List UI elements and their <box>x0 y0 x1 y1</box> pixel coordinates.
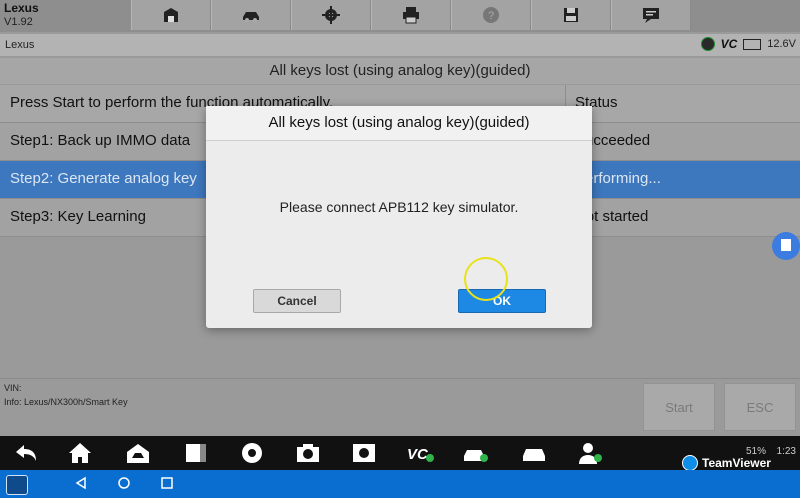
vehicle-swap-icon <box>243 12 259 22</box>
battery-icon <box>743 38 762 50</box>
clock: 1:23 <box>776 446 796 457</box>
teamviewer-label: TeamViewer <box>702 456 771 470</box>
help-button[interactable]: ? <box>451 0 531 30</box>
teamviewer-logo-icon <box>682 455 698 471</box>
back-arrow-icon[interactable] <box>12 440 40 466</box>
message-button[interactable] <box>611 0 691 30</box>
settings-button[interactable] <box>291 0 371 30</box>
chrome-icon[interactable] <box>238 440 266 466</box>
camera-icon[interactable] <box>294 440 322 466</box>
nav-back-icon[interactable] <box>74 476 88 490</box>
app-version: V1.92 <box>4 16 33 28</box>
home-icon <box>164 8 178 22</box>
vehicle-label: Lexus <box>5 39 35 51</box>
save-icon <box>564 8 578 22</box>
home-button[interactable] <box>131 0 211 30</box>
function-title: All keys lost (using analog key)(guided) <box>0 58 800 84</box>
home-icon[interactable] <box>66 440 94 466</box>
diagnostics-home-icon[interactable] <box>124 440 152 466</box>
vehicle-swap-button[interactable] <box>211 0 291 30</box>
step-label: Step3: Key Learning <box>10 208 146 225</box>
vehicle-info: Info: Lexus/NX300h/Smart Key <box>4 397 128 407</box>
vci-label: VC <box>720 37 738 51</box>
nav-recents-icon[interactable] <box>160 476 174 490</box>
cancel-button[interactable]: Cancel <box>253 289 341 313</box>
save-button[interactable] <box>531 0 611 30</box>
help-icon: ? <box>483 7 499 23</box>
touch-indicator <box>464 257 508 301</box>
bookmark-button[interactable] <box>772 232 800 260</box>
step-label: Step1: Back up IMMO data <box>10 132 191 149</box>
top-toolbar: Lexus V1.92 ? <box>0 0 800 32</box>
bookmark-icon <box>781 239 791 251</box>
tablet-icon[interactable] <box>182 440 210 466</box>
message-icon <box>643 8 659 23</box>
voltage-value: 12.6V <box>767 38 796 50</box>
svg-text:?: ? <box>488 10 494 22</box>
dialog-title: All keys lost (using analog key)(guided) <box>206 106 592 141</box>
car-icon[interactable] <box>520 440 548 466</box>
app-name: Lexus <box>4 1 39 15</box>
vin-label: VIN: <box>4 383 22 393</box>
start-button[interactable]: Start <box>643 383 715 431</box>
teamviewer-app-icon[interactable] <box>6 475 28 495</box>
esc-button[interactable]: ESC <box>724 383 796 431</box>
image-viewer-icon[interactable] <box>350 440 378 466</box>
app-icon-bar: VC <box>0 436 800 470</box>
status-strip: Lexus VC 12.6V <box>0 34 800 57</box>
connection-status: VC 12.6V <box>700 37 796 51</box>
svg-text:VC: VC <box>407 446 429 463</box>
nav-home-icon[interactable] <box>117 476 131 490</box>
vci-icon[interactable]: VC <box>406 440 434 466</box>
dialog-message: Please connect APB112 key simulator. <box>279 199 519 215</box>
print-icon <box>403 7 419 24</box>
settings-icon <box>322 6 340 24</box>
vehicle-connect-icon[interactable] <box>462 440 490 466</box>
globe-icon <box>700 37 715 51</box>
print-button[interactable] <box>371 0 451 30</box>
step-label: Step2: Generate analog key <box>10 170 197 187</box>
confirm-dialog: All keys lost (using analog key)(guided)… <box>206 106 592 328</box>
remote-support-icon[interactable] <box>576 440 604 466</box>
